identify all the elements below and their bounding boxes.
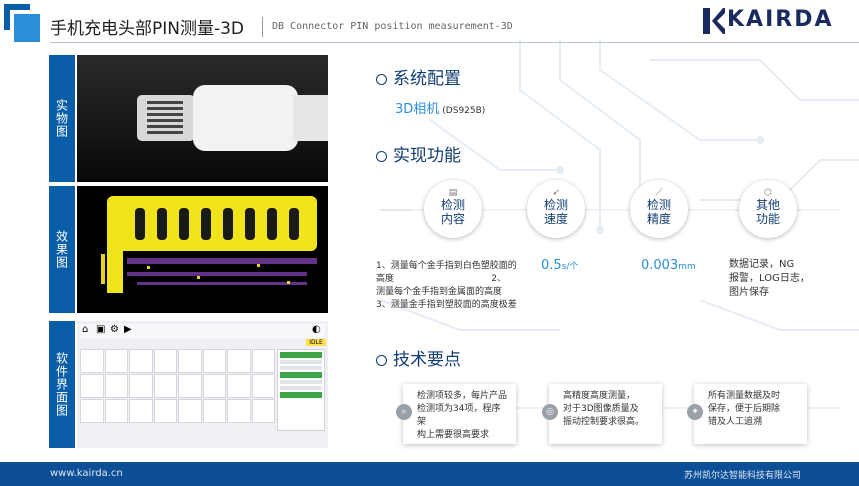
doc-icon: ▤ <box>448 188 458 198</box>
function-content: ▤ 检测 内容 <box>424 180 482 238</box>
lightning-connector-image <box>77 55 328 182</box>
header-underline <box>50 42 859 43</box>
software-screenshot: ⌂ ▣ ⚙ ▶ ◐ IDLE <box>77 321 328 448</box>
speed-value: 0.5s/个 <box>541 258 579 273</box>
kairda-logo: KAIRDA <box>703 6 843 36</box>
tech-point-1: 检测项较多，每片产品 检测项为34项，程序架 构上需要很高要求 <box>403 384 516 444</box>
target-icon: ◎ <box>542 404 558 420</box>
logo-k-icon <box>703 8 725 34</box>
shield-icon: ✦ <box>687 404 703 420</box>
arrow-circle-icon <box>376 151 387 162</box>
arrow-circle-icon <box>376 355 387 366</box>
page-subtitle: DB Connector PIN position measurement-3D <box>272 21 513 32</box>
software-toolbar: ⌂ ▣ ⚙ ▶ ◐ <box>80 324 325 338</box>
header-corner-accent <box>4 4 40 42</box>
function-speed: ➶ 检测 速度 <box>527 180 585 238</box>
tech-point-2: 高精度高度测量， 对于3D图像质量及 振动控制要求很高。 <box>549 384 662 444</box>
section-title-system-config: 系统配置 <box>376 64 461 89</box>
result-image <box>77 186 328 313</box>
height-map-image <box>77 186 328 313</box>
search-icon: ⌕ <box>396 404 412 420</box>
page-title: 手机充电头部PIN测量-3D <box>50 19 245 39</box>
function-other: ⬡ 其他 功能 <box>739 180 797 238</box>
home-icon: ⌂ <box>82 324 89 335</box>
panel-label-software: 软件界面图 <box>49 321 75 448</box>
ruler-icon: ⟋ <box>655 188 663 198</box>
product-photo <box>77 55 328 182</box>
precision-value: 0.003mm <box>641 258 696 273</box>
section-title-functions: 实现功能 <box>376 141 461 166</box>
gear-icon: ⚙ <box>110 324 119 335</box>
play-icon: ▶ <box>124 324 132 335</box>
side-panel <box>277 349 325 431</box>
footer-company: 苏州凯尔达智能科技有限公司 <box>684 471 802 481</box>
content-description: 1、测量每个金手指到白色塑胶面的 高度 2、 测量每个金手指到金属面的高度 3、… <box>376 261 517 310</box>
camera-info: 3D相机 (DS925B) <box>395 102 486 117</box>
panel-label-photo: 实物图 <box>49 55 75 182</box>
panel-label-result: 效果图 <box>49 186 75 313</box>
cube-icon: ⬡ <box>764 188 772 198</box>
arrow-circle-icon <box>376 74 387 85</box>
camera-icon: ▣ <box>96 324 106 335</box>
other-functions: 数据记录，NG 报警，LOG日志， 图片保存 <box>729 259 810 298</box>
footer-website: www.kairda.cn <box>50 468 123 479</box>
title-divider <box>262 17 263 37</box>
tech-point-3: 所有测量数据及时 保存，便于后期除 错及人工追溯 <box>694 384 807 444</box>
rocket-icon: ➶ <box>552 188 560 198</box>
function-precision: ⟋ 检测 精度 <box>630 180 688 238</box>
status-badge: IDLE <box>306 339 326 346</box>
power-icon: ◐ <box>312 324 321 335</box>
section-title-tech: 技术要点 <box>376 345 461 370</box>
measurement-grid <box>80 349 275 423</box>
